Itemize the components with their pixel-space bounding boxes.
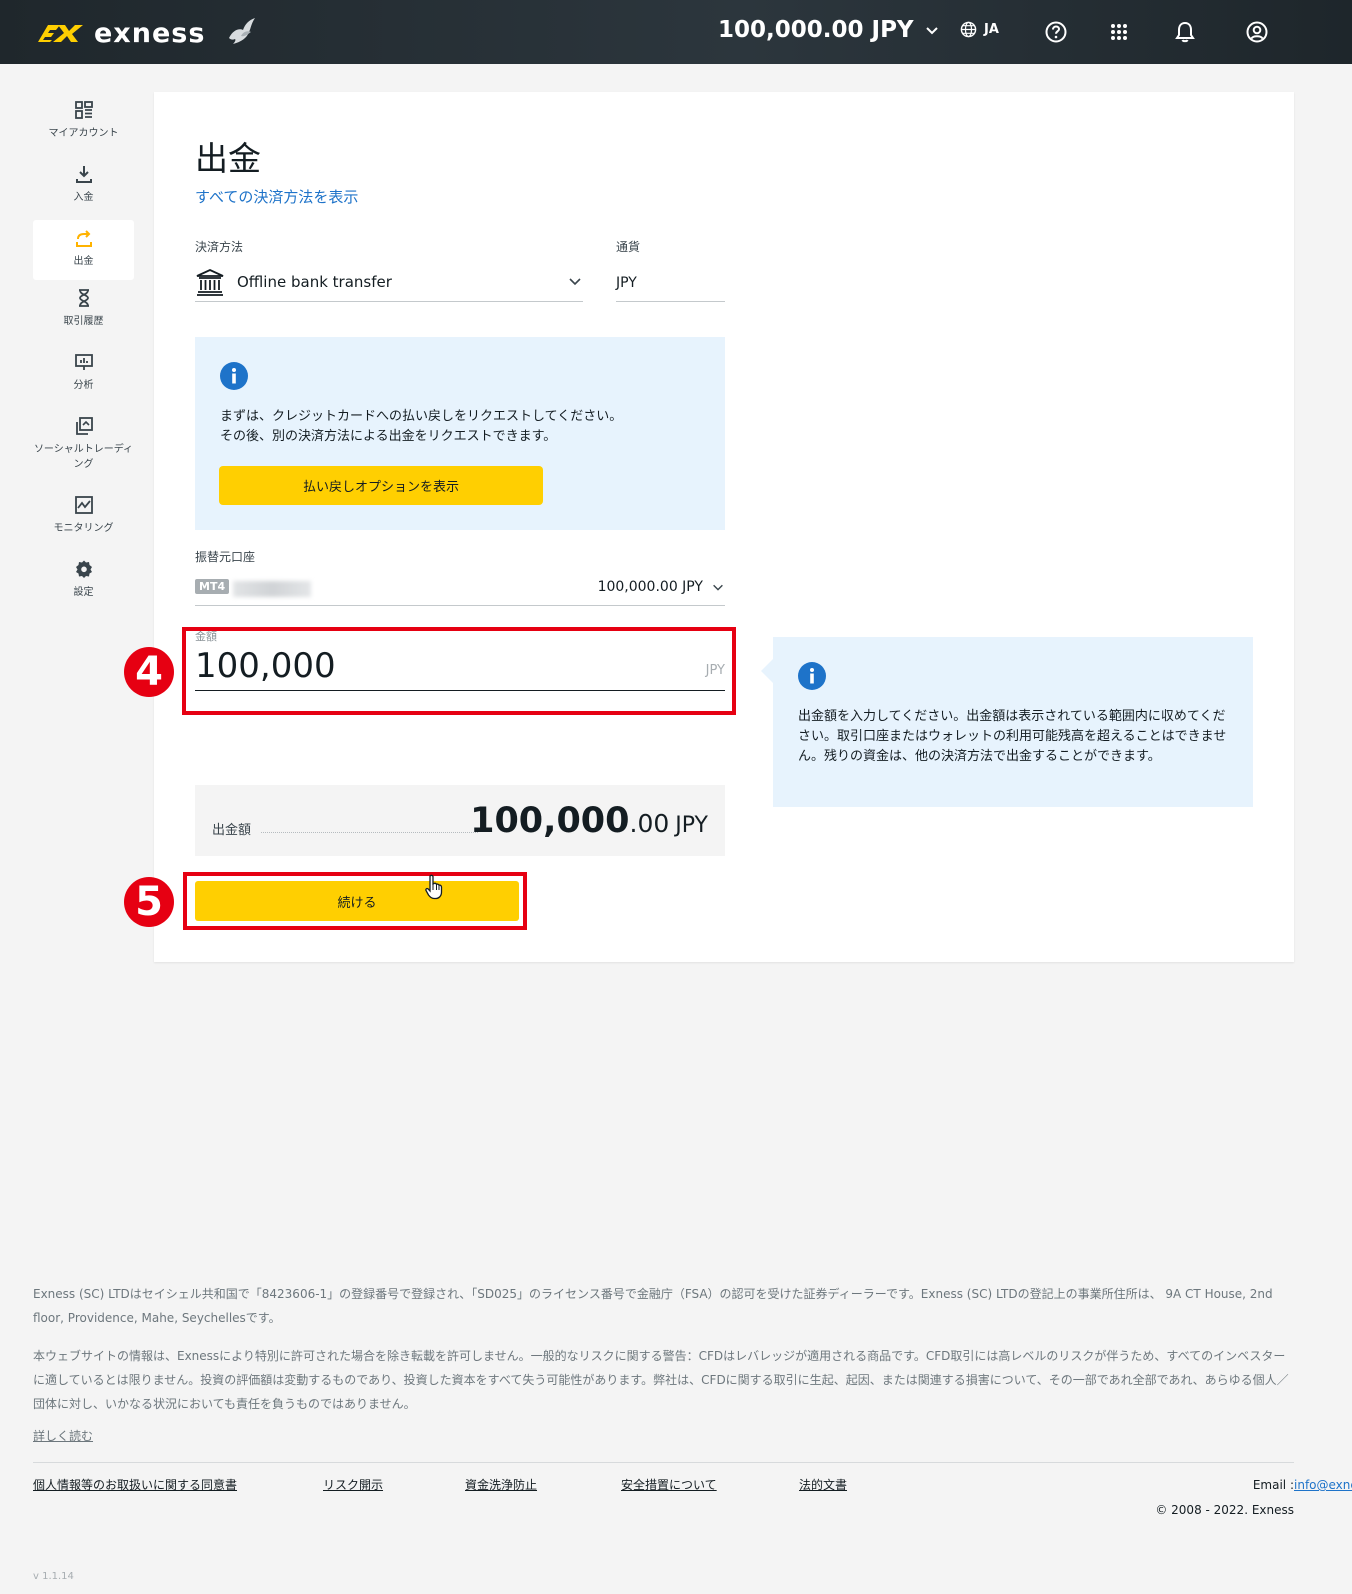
globe-icon	[960, 21, 977, 38]
footer-risk-text: 本ウェブサイトの情報は、Exnessにより特別に許可された場合を除き転載を許可し…	[33, 1349, 1289, 1411]
sidebar-item-label: 取引履歴	[63, 316, 104, 327]
sidebar-item-my-account[interactable]: マイアカウント	[33, 92, 134, 156]
summary-label: 出金額	[212, 823, 252, 838]
from-account-balance: 100,000.00 JPY	[598, 579, 725, 595]
page-title: 出金	[195, 139, 261, 178]
hand-cursor-icon	[425, 874, 443, 900]
version-label: v 1.1.14	[33, 1571, 74, 1582]
analytics-icon	[74, 354, 93, 370]
balance-value: 100,000.00 JPY	[718, 17, 914, 43]
summary-amount-dec: .00	[629, 809, 670, 838]
balance-selector[interactable]: 100,000.00 JPY	[718, 17, 940, 43]
all-payment-methods-link[interactable]: すべての決済方法を表示	[195, 186, 358, 207]
chevron-down-icon	[713, 584, 723, 591]
sidebar-item-label: 分析	[73, 380, 94, 391]
sidebar-item-label: 入金	[73, 192, 94, 203]
exness-logo-mark-icon	[38, 25, 83, 42]
exness-logo[interactable]: exness	[34, 14, 259, 52]
sidebar-nav: マイアカウント 入金 出金 取引履歴 分析 ソーシャルトレーディング モニタリン…	[33, 92, 134, 615]
help-icon[interactable]	[1044, 20, 1068, 44]
sidebar-item-label: 出金	[73, 256, 94, 267]
withdrawal-summary: 出金額 100,000.00 JPY	[195, 785, 725, 856]
copy-icon	[75, 417, 93, 435]
summary-amount: 100,000.00 JPY	[470, 801, 708, 841]
bank-icon	[196, 269, 224, 296]
currency-field[interactable]: JPY	[616, 263, 725, 302]
chevron-down-icon	[925, 27, 938, 35]
bell-icon[interactable]	[1173, 20, 1197, 44]
mt4-badge: MT4	[195, 579, 230, 594]
sidebar-item-history[interactable]: 取引履歴	[33, 280, 134, 344]
sidebar-item-label: ソーシャルトレーディング	[33, 444, 134, 470]
from-account-select[interactable]: MT4 100,000.00 JPY	[195, 579, 725, 606]
withdrawal-card: 出金 すべての決済方法を表示 決済方法 Offline bank transfe…	[154, 92, 1294, 962]
footer-license-text: Exness (SC) LTDはセイシェル共和国で「8423606-1」の登録番…	[33, 1287, 1273, 1325]
sidebar-item-label: モニタリング	[53, 523, 114, 534]
language-selector[interactable]: JA	[960, 21, 999, 38]
info-icon	[220, 362, 248, 390]
refund-notice: まずは、クレジットカードへの払い戻しをリクエストしてください。 その後、別の決済…	[195, 337, 725, 530]
amount-hint-tooltip: 出金額を入力してください。出金額は表示されている範囲内に収めてください。取引口座…	[761, 637, 1253, 807]
download-icon	[75, 166, 92, 183]
footer-link-risk[interactable]: リスク開示	[323, 1473, 383, 1497]
from-account-balance-value: 100,000.00 JPY	[597, 579, 703, 595]
step5-badge: 5	[124, 877, 174, 927]
sidebar-item-label: マイアカウント	[48, 128, 119, 139]
show-refund-options-button[interactable]: 払い戻しオプションを表示	[219, 466, 543, 505]
payment-method-value: Offline bank transfer	[237, 273, 392, 291]
email-link[interactable]: info@exness.com	[1294, 1473, 1352, 1498]
info-icon	[798, 662, 826, 690]
footer-link-legal[interactable]: 法的文書	[799, 1473, 847, 1497]
apps-grid-icon[interactable]	[1107, 20, 1131, 44]
read-more-link[interactable]: 詳しく読む	[33, 1424, 93, 1448]
refund-notice-line1: まずは、クレジットカードへの払い戻しをリクエストしてください。	[220, 409, 623, 424]
step5-highlight	[183, 872, 527, 930]
sidebar-item-monitoring[interactable]: モニタリング	[33, 487, 134, 551]
summary-dotted-divider	[261, 832, 478, 833]
footer-divider	[33, 1462, 1294, 1463]
chart-icon	[74, 496, 93, 514]
footer-link-safety[interactable]: 安全措置について	[621, 1473, 717, 1497]
copyright: © 2008 - 2022. Exness	[1155, 1503, 1294, 1517]
account-icon[interactable]	[1245, 20, 1269, 44]
sidebar-item-deposit[interactable]: 入金	[33, 156, 134, 220]
account-number-blurred	[233, 581, 311, 597]
email-label: Email :	[1252, 1478, 1294, 1492]
chevron-down-icon	[569, 278, 581, 286]
sidebar-item-settings[interactable]: 設定	[33, 551, 134, 615]
from-account-label: 振替元口座	[195, 550, 256, 564]
payment-method-label: 決済方法	[195, 240, 244, 254]
language-label: JA	[984, 22, 999, 37]
footer-link-aml[interactable]: 資金洗浄防止	[465, 1473, 537, 1497]
currency-label: 通貨	[616, 240, 641, 254]
gear-icon	[75, 560, 92, 578]
sidebar-item-label: 設定	[73, 587, 94, 598]
refund-notice-line2: その後、別の決済方法による出金をリクエストできます。	[220, 429, 557, 444]
footer: Exness (SC) LTDはセイシェル共和国で「8423606-1」の登録番…	[33, 1282, 1352, 1533]
upload-icon	[75, 230, 92, 247]
footer-links: 個人情報等のお取扱いに関する同意書 リスク開示 資金洗浄防止 安全措置について …	[33, 1473, 1352, 1533]
sidebar-item-withdrawal[interactable]: 出金	[33, 220, 134, 280]
footer-contact: Email : info@exness.com © 2008 - 2022. E…	[1155, 1473, 1352, 1523]
amount-hint-text: 出金額を入力してください。出金額は表示されている範囲内に収めてください。取引口座…	[798, 709, 1227, 764]
refund-notice-text: まずは、クレジットカードへの払い戻しをリクエストしてください。 その後、別の決済…	[220, 407, 622, 447]
dashboard-icon	[74, 101, 93, 119]
summary-currency: JPY	[675, 813, 708, 838]
hourglass-icon	[78, 289, 89, 307]
dove-icon	[229, 18, 256, 44]
payment-method-select[interactable]: Offline bank transfer	[195, 263, 583, 302]
top-bar: exness 100,000.00 JPY JA	[0, 0, 1352, 64]
footer-link-privacy[interactable]: 個人情報等のお取扱いに関する同意書	[33, 1473, 237, 1497]
brand-name: exness	[94, 17, 206, 49]
step4-badge: 4	[124, 647, 174, 697]
step4-highlight	[182, 627, 736, 715]
summary-amount-int: 100,000	[470, 801, 630, 841]
sidebar-item-social-trading[interactable]: ソーシャルトレーディング	[33, 408, 134, 487]
sidebar-item-analytics[interactable]: 分析	[33, 344, 134, 408]
